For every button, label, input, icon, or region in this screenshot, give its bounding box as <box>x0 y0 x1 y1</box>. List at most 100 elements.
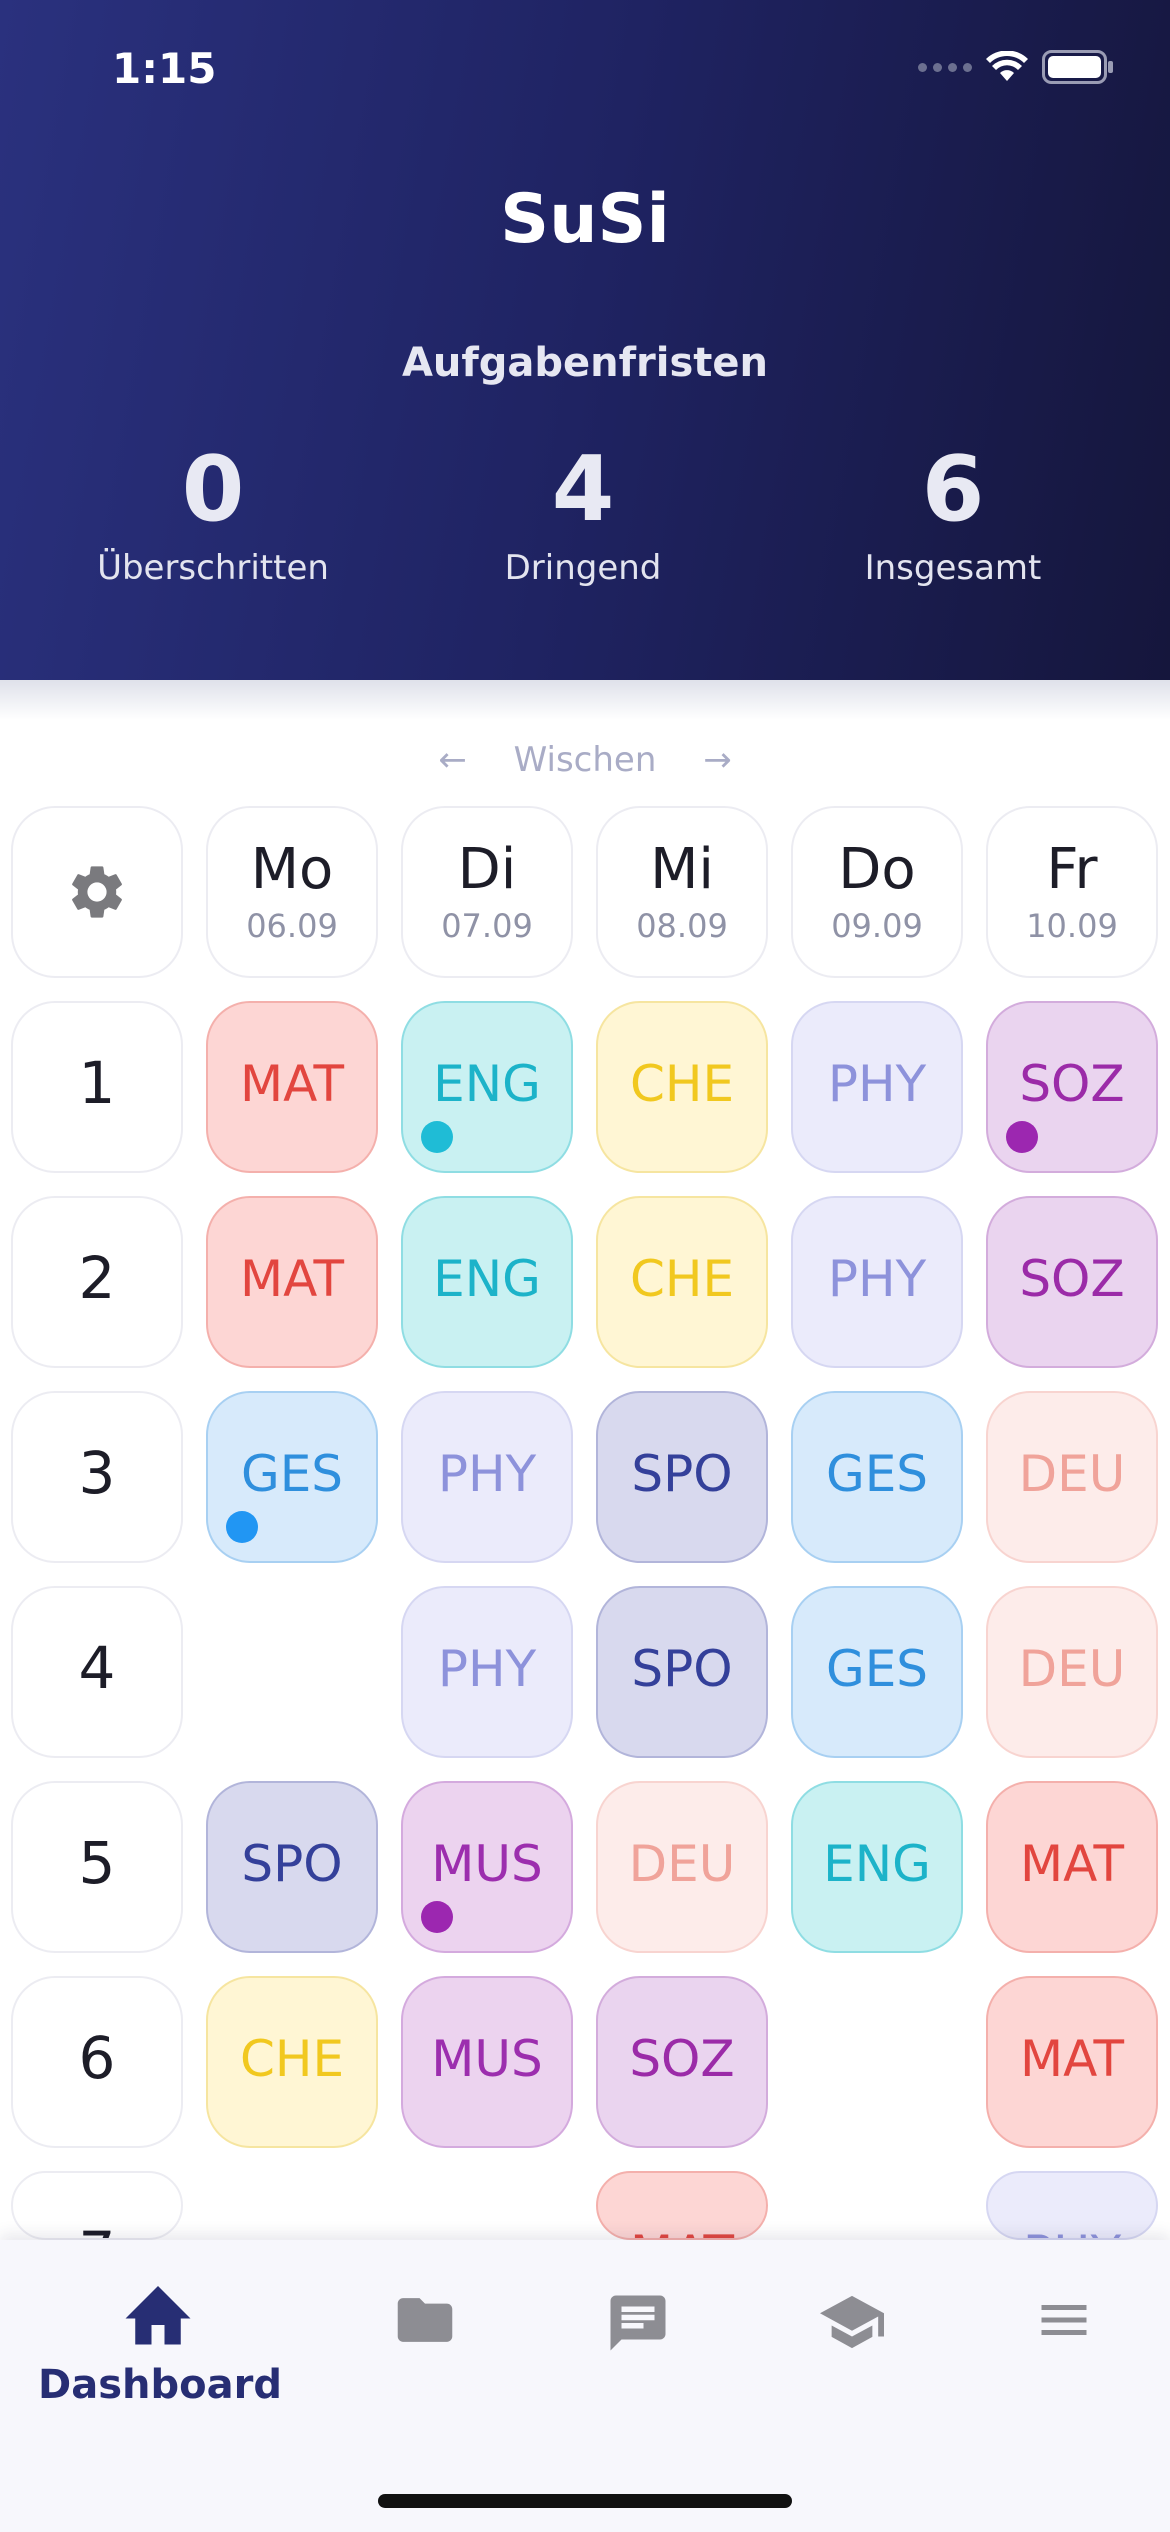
lesson-phy[interactable]: PHY <box>986 2171 1158 2240</box>
lesson-deu[interactable]: DEU <box>986 1586 1158 1758</box>
stat-urgent[interactable]: 4 Dringend <box>383 437 783 589</box>
nav-messages[interactable] <box>518 2290 758 2360</box>
lesson-deu[interactable]: DEU <box>596 1781 768 1953</box>
lesson-subject: SPO <box>241 1835 343 1893</box>
lesson-subject: DEU <box>1018 1640 1126 1698</box>
lesson-subject: GES <box>825 1640 929 1698</box>
lesson-mat[interactable]: MAT <box>596 2171 768 2240</box>
stat-urgent-value: 4 <box>551 437 615 542</box>
lesson-che[interactable]: CHE <box>596 1001 768 1173</box>
day-date: 07.09 <box>441 907 533 945</box>
week-swipe-hint[interactable]: ← Wischen → <box>0 740 1170 780</box>
lesson-subject: MAT <box>239 1055 344 1113</box>
lesson-subject: PHY <box>437 1445 537 1503</box>
nav-menu[interactable] <box>944 2290 1170 2354</box>
lesson-ges[interactable]: GES <box>791 1586 963 1758</box>
lesson-subject: PHY <box>827 1055 927 1113</box>
app-title: SuSi <box>500 180 670 259</box>
nav-files[interactable] <box>305 2290 545 2354</box>
lesson-eng[interactable]: ENG <box>401 1196 573 1368</box>
cellular-signal-icon <box>918 62 972 72</box>
bottom-nav: Dashboard <box>0 2240 1170 2532</box>
lesson-che[interactable]: CHE <box>206 1976 378 2148</box>
lesson-subject: PHY <box>1023 2225 1121 2238</box>
period-number: 1 <box>78 1049 116 1117</box>
lesson-che[interactable]: CHE <box>596 1196 768 1368</box>
day-name: Fr <box>1046 837 1098 902</box>
lesson-eng[interactable]: ENG <box>401 1001 573 1173</box>
period-cell: 3 <box>11 1391 183 1563</box>
lesson-spo[interactable]: SPO <box>596 1586 768 1758</box>
school-icon <box>820 2295 884 2349</box>
lesson-subject: GES <box>240 1445 344 1503</box>
period-cell: 4 <box>11 1586 183 1758</box>
battery-icon <box>1042 50 1113 84</box>
settings-button[interactable] <box>11 806 183 978</box>
period-cell: 6 <box>11 1976 183 2148</box>
lesson-soz[interactable]: SOZ <box>986 1196 1158 1368</box>
stat-total[interactable]: 6 Insgesamt <box>753 437 1153 589</box>
day-header-mi: Mi 08.09 <box>596 806 768 978</box>
lesson-phy[interactable]: PHY <box>791 1001 963 1173</box>
lesson-subject: SPO <box>631 1640 733 1698</box>
stat-overdue-value: 0 <box>181 437 245 542</box>
header: 1:15 SuSi Aufgabenfristen 0 Überschritte… <box>0 0 1170 680</box>
arrow-right-icon[interactable]: → <box>703 740 732 780</box>
folder-icon <box>397 2298 453 2342</box>
day-name: Do <box>838 837 916 902</box>
period-number: 2 <box>78 1244 116 1312</box>
lesson-mat[interactable]: MAT <box>206 1196 378 1368</box>
day-header-di: Di 07.09 <box>401 806 573 978</box>
task-marker-dot <box>421 1901 453 1933</box>
stat-overdue[interactable]: 0 Überschritten <box>13 437 413 589</box>
lesson-mat[interactable]: MAT <box>206 1001 378 1173</box>
lesson-subject: MUS <box>431 2030 543 2088</box>
lesson-mus[interactable]: MUS <box>401 1976 573 2148</box>
day-header-mo: Mo 06.09 <box>206 806 378 978</box>
wifi-icon <box>986 51 1028 81</box>
day-date: 10.09 <box>1026 907 1118 945</box>
period-number: 7 <box>79 2219 116 2238</box>
home-indicator <box>378 2494 792 2508</box>
header-shadow <box>0 680 1170 720</box>
status-time: 1:15 <box>112 44 217 93</box>
lesson-deu[interactable]: DEU <box>986 1391 1158 1563</box>
lesson-phy[interactable]: PHY <box>791 1196 963 1368</box>
lesson-subject: CHE <box>239 2030 345 2088</box>
lesson-spo[interactable]: SPO <box>596 1391 768 1563</box>
lesson-subject: PHY <box>827 1250 927 1308</box>
period-cell: 1 <box>11 1001 183 1173</box>
lesson-phy[interactable]: PHY <box>401 1586 573 1758</box>
lesson-subject: DEU <box>1018 1445 1126 1503</box>
lesson-ges[interactable]: GES <box>791 1391 963 1563</box>
nav-school[interactable] <box>732 2290 972 2358</box>
lesson-subject: ENG <box>433 1250 541 1308</box>
period-cell: 5 <box>11 1781 183 1953</box>
message-icon <box>610 2295 666 2351</box>
home-icon <box>125 2286 191 2345</box>
lesson-spo[interactable]: SPO <box>206 1781 378 1953</box>
nav-dashboard-label: Dashboard <box>38 2362 282 2408</box>
lesson-mus[interactable]: MUS <box>401 1781 573 1953</box>
day-name: Mi <box>650 837 714 902</box>
stat-urgent-label: Dringend <box>504 548 662 588</box>
nav-dashboard[interactable]: Dashboard <box>38 2276 282 2408</box>
lesson-subject: ENG <box>823 1835 931 1893</box>
day-date: 09.09 <box>831 907 923 945</box>
lesson-phy[interactable]: PHY <box>401 1391 573 1563</box>
arrow-left-icon[interactable]: ← <box>438 740 467 780</box>
lesson-subject: MAT <box>239 1250 344 1308</box>
lesson-subject: SOZ <box>629 2030 735 2088</box>
lesson-ges[interactable]: GES <box>206 1391 378 1563</box>
lesson-subject: CHE <box>629 1250 735 1308</box>
lesson-eng[interactable]: ENG <box>791 1781 963 1953</box>
status-icons <box>918 50 1114 84</box>
lesson-soz[interactable]: SOZ <box>596 1976 768 2148</box>
lesson-mat[interactable]: MAT <box>986 1976 1158 2148</box>
swipe-label: Wischen <box>513 740 657 780</box>
period-number: 5 <box>78 1829 116 1897</box>
lesson-subject: SOZ <box>1019 1055 1125 1113</box>
lesson-mat[interactable]: MAT <box>986 1781 1158 1953</box>
stat-total-value: 6 <box>921 437 985 542</box>
lesson-soz[interactable]: SOZ <box>986 1001 1158 1173</box>
